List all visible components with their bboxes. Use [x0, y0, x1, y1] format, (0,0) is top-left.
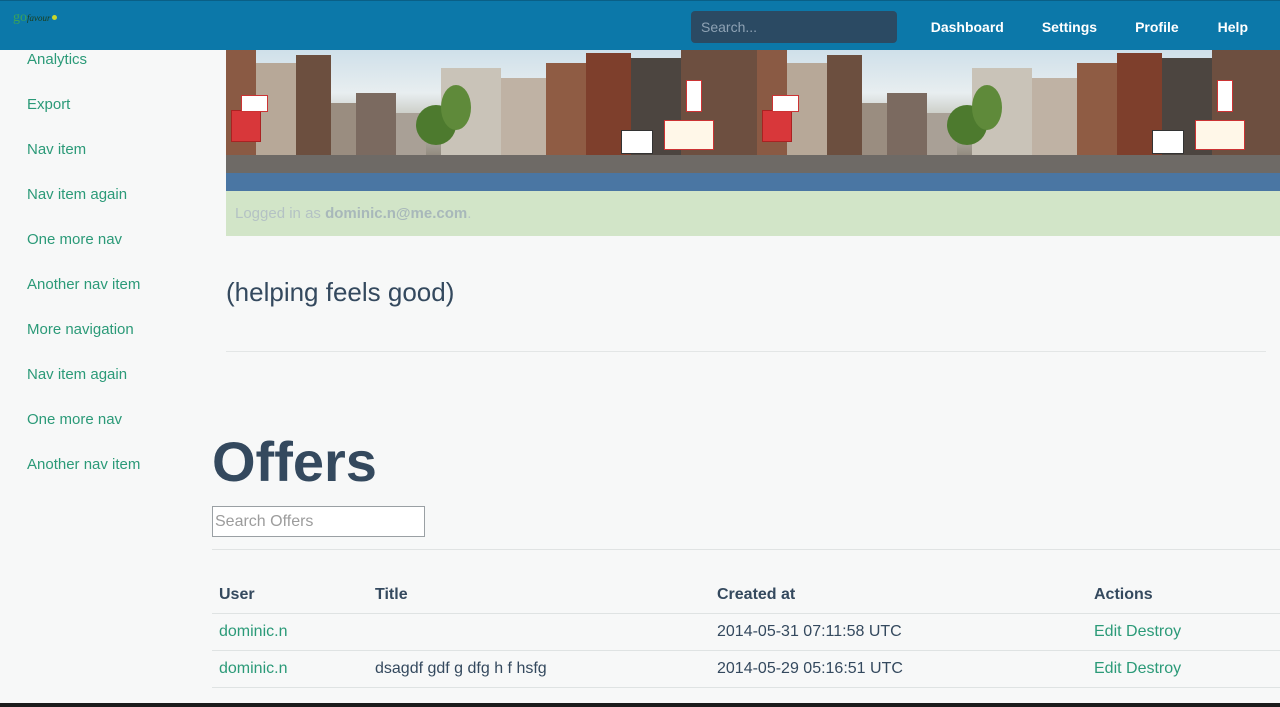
sidebar-item-another-nav-item[interactable]: Another nav item: [27, 275, 217, 320]
offer-title: dsagdf gdf g dfg h f hsfg: [368, 650, 710, 688]
table-row: dominic.n 2014-05-31 07:11:58 UTC Edit D…: [212, 613, 1280, 651]
divider: [212, 549, 1280, 550]
created-at: 2014-05-29 05:16:51 UTC: [710, 650, 1087, 688]
login-prefix: Logged in as: [235, 205, 326, 222]
sidebar-item-export[interactable]: Export: [27, 95, 217, 140]
street-scene-banner: [226, 50, 1280, 173]
column-header-created-at: Created at: [710, 576, 1087, 614]
sidebar-item-more-navigation[interactable]: More navigation: [27, 320, 217, 365]
sidebar-item-one-more-nav[interactable]: One more nav: [27, 230, 217, 275]
sidebar-item-nav-item-again-2[interactable]: Nav item again: [27, 365, 217, 410]
sidebar-nav: Analytics Export Nav item Nav item again…: [27, 50, 217, 500]
top-navbar: gofavour Dashboard Settings Profile Help: [0, 0, 1280, 50]
edit-link[interactable]: Edit: [1094, 660, 1122, 677]
column-header-actions: Actions: [1087, 576, 1280, 614]
divider: [226, 351, 1266, 352]
street-scene-image-repeat: [757, 50, 1280, 173]
destroy-link[interactable]: Destroy: [1126, 660, 1181, 677]
sidebar-item-analytics[interactable]: Analytics: [27, 50, 217, 95]
login-notice: Logged in as dominic.n@me.com.: [226, 191, 1280, 236]
offer-title: [368, 613, 710, 651]
banner-accent-bar: [226, 173, 1280, 191]
top-nav-links: Dashboard Settings Profile Help: [915, 1, 1280, 51]
created-at: 2014-05-31 07:11:58 UTC: [710, 613, 1087, 651]
street-scene-image: [226, 50, 757, 173]
table-header-row: User Title Created at Actions: [212, 576, 1280, 614]
nav-help-link[interactable]: Help: [1202, 1, 1280, 51]
search-offers-input[interactable]: [212, 506, 425, 537]
site-tagline: (helping feels good): [226, 277, 455, 307]
page-title: Offers: [212, 430, 377, 493]
user-link[interactable]: dominic.n: [219, 660, 287, 677]
login-email: dominic.n@me.com: [325, 205, 468, 222]
user-link[interactable]: dominic.n: [219, 623, 287, 640]
global-search-input[interactable]: [691, 11, 897, 43]
logo-mark-icon: [51, 15, 57, 21]
nav-settings-link[interactable]: Settings: [1026, 1, 1113, 51]
sidebar-item-another-nav-item-2[interactable]: Another nav item: [27, 455, 217, 500]
column-header-user: User: [212, 576, 368, 614]
column-header-title: Title: [368, 576, 710, 614]
nav-dashboard-link[interactable]: Dashboard: [915, 1, 1020, 51]
destroy-link[interactable]: Destroy: [1126, 623, 1181, 640]
sidebar-item-nav-item[interactable]: Nav item: [27, 140, 217, 185]
table-row: dominic.n dsagdf gdf g dfg h f hsfg 2014…: [212, 650, 1280, 688]
login-suffix: .: [467, 205, 472, 222]
window-bottom-edge: [0, 703, 1280, 707]
brand-logo[interactable]: gofavour: [13, 9, 63, 27]
nav-profile-link[interactable]: Profile: [1119, 1, 1195, 51]
sidebar-item-one-more-nav-2[interactable]: One more nav: [27, 410, 217, 455]
logo-text-favour: favour: [27, 13, 51, 23]
sidebar-item-nav-item-again[interactable]: Nav item again: [27, 185, 217, 230]
logo-text-go: go: [13, 10, 27, 25]
offers-table: User Title Created at Actions dominic.n …: [212, 576, 1280, 688]
edit-link[interactable]: Edit: [1094, 623, 1122, 640]
